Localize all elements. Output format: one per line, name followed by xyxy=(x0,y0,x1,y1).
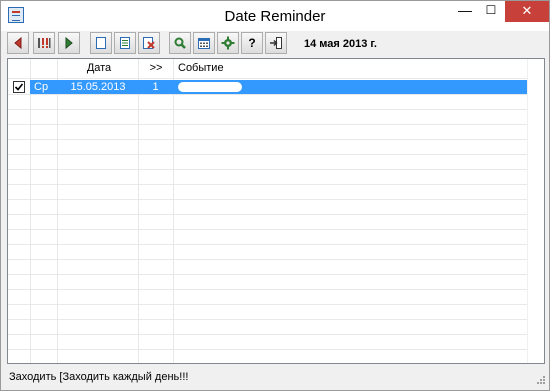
grid-lines xyxy=(8,59,528,363)
events-grid[interactable]: Дата >> Событие Ср 15.05.2013 1 xyxy=(7,58,545,364)
edit-document-icon xyxy=(120,37,130,49)
new-document-icon xyxy=(96,37,106,49)
search-icon xyxy=(174,37,186,49)
minimize-button[interactable]: — xyxy=(452,1,478,22)
column-header-date[interactable]: Дата xyxy=(60,59,138,77)
toolbar: ? 14 мая 2013 г. xyxy=(7,31,545,57)
calendar-button[interactable] xyxy=(193,32,215,54)
settings-button[interactable] xyxy=(217,32,239,54)
new-event-button[interactable] xyxy=(90,32,112,54)
exit-button[interactable] xyxy=(265,32,287,54)
row-count: 1 xyxy=(152,81,159,93)
important-dates-button[interactable] xyxy=(33,32,55,54)
close-button[interactable]: ✕ xyxy=(505,1,549,22)
calendar-icon xyxy=(198,38,210,49)
checkmark-icon xyxy=(14,83,24,91)
current-date-label: 14 мая 2013 г. xyxy=(304,38,377,50)
status-text: Заходить [Заходить каждый день!!! xyxy=(9,371,189,383)
vertical-scrollbar[interactable] xyxy=(527,59,544,363)
redacted-event-text xyxy=(178,82,242,92)
exit-icon xyxy=(270,37,282,49)
table-row[interactable]: Ср 15.05.2013 1 xyxy=(30,80,528,94)
row-day: Ср xyxy=(34,81,49,93)
row-event xyxy=(174,80,524,94)
edit-event-button[interactable] xyxy=(114,32,136,54)
column-header-count[interactable]: >> xyxy=(139,59,173,77)
delete-document-icon xyxy=(143,37,155,49)
search-button[interactable] xyxy=(169,32,191,54)
arrow-left-icon xyxy=(14,36,22,50)
help-button[interactable]: ? xyxy=(241,32,263,54)
app-window: Date Reminder — ☐ ✕ ? 14 мая 2013 г. Дат… xyxy=(0,0,550,391)
previous-button[interactable] xyxy=(7,32,29,54)
column-header-event[interactable]: Событие xyxy=(178,59,378,77)
title-bar: Date Reminder — ☐ ✕ xyxy=(1,1,549,31)
status-bar: Заходить [Заходить каждый день!!! xyxy=(1,366,549,390)
row-checkbox[interactable] xyxy=(13,81,25,93)
delete-event-button[interactable] xyxy=(138,32,160,54)
next-button[interactable] xyxy=(58,32,80,54)
row-date: 15.05.2013 xyxy=(70,81,126,93)
maximize-button[interactable]: ☐ xyxy=(478,1,504,22)
resize-grip-icon[interactable] xyxy=(534,375,546,387)
arrow-right-icon xyxy=(65,36,73,50)
gear-icon xyxy=(221,36,235,50)
help-icon: ? xyxy=(248,36,256,50)
important-dates-icon xyxy=(38,38,51,48)
